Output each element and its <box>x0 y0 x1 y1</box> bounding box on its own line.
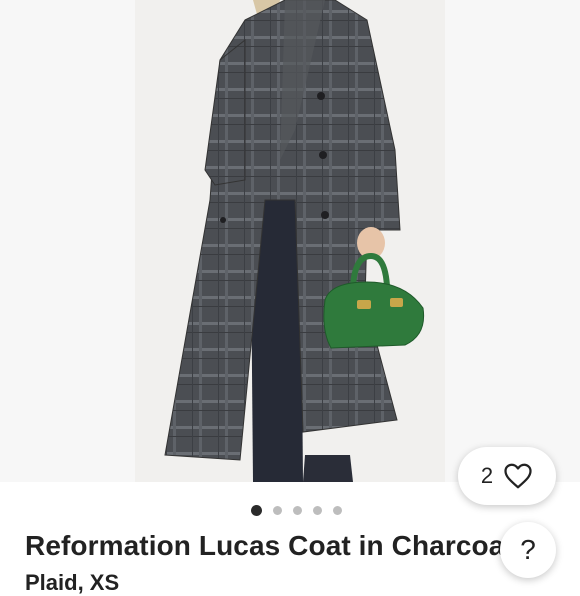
carousel-dot-4[interactable] <box>312 505 322 515</box>
like-count: 2 <box>480 463 494 488</box>
coat-photo-illustration <box>135 0 445 482</box>
carousel-dot-5[interactable] <box>332 505 342 515</box>
listing-title: Reformation Lucas Coat in Charcoal Plaid <box>25 530 505 561</box>
carousel-dot-3[interactable] <box>292 505 302 515</box>
product-image-gallery[interactable] <box>0 0 580 482</box>
heart-icon <box>503 462 533 490</box>
help-button[interactable]: ? <box>500 522 556 578</box>
carousel-dot-1[interactable] <box>250 504 262 516</box>
carousel-dot-2[interactable] <box>272 505 282 515</box>
product-photo[interactable] <box>135 0 445 482</box>
listing-subtitle: Plaid, XS <box>25 570 120 595</box>
carousel-pagination <box>0 503 580 517</box>
question-icon: ? <box>520 534 536 565</box>
like-button[interactable]: 2 <box>458 447 556 505</box>
